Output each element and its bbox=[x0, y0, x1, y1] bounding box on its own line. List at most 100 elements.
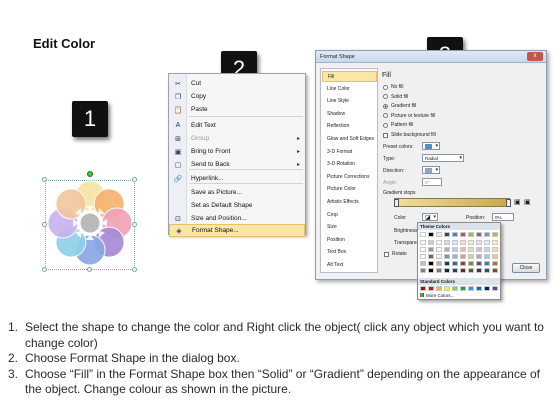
standard-color-swatch[interactable] bbox=[492, 286, 498, 291]
theme-color-swatch[interactable] bbox=[460, 232, 466, 237]
theme-color-swatch[interactable] bbox=[436, 254, 442, 259]
standard-color-swatch[interactable] bbox=[436, 286, 442, 291]
theme-color-swatch[interactable] bbox=[460, 261, 466, 266]
theme-color-swatch[interactable] bbox=[476, 268, 482, 273]
position-input[interactable]: 0% bbox=[492, 213, 514, 221]
preset-colors-dropdown[interactable] bbox=[422, 142, 440, 150]
theme-color-swatch[interactable] bbox=[484, 261, 490, 266]
resize-handle[interactable] bbox=[87, 267, 92, 272]
theme-color-swatch[interactable] bbox=[428, 232, 434, 237]
theme-color-swatch[interactable] bbox=[484, 232, 490, 237]
nav-item-shadow[interactable]: Shadow bbox=[322, 109, 377, 120]
fill-option-pattern-fill[interactable]: Pattern fill bbox=[383, 122, 413, 128]
fill-option-picture-or-texture-fill[interactable]: Picture or texture fill bbox=[383, 113, 435, 119]
standard-color-swatch[interactable] bbox=[476, 286, 482, 291]
theme-color-swatch[interactable] bbox=[444, 254, 450, 259]
menu-item-save-as-picture[interactable]: Save as Picture... bbox=[169, 186, 305, 199]
menu-item-format-shape[interactable]: ◈ Format Shape... bbox=[169, 224, 305, 237]
theme-color-swatch[interactable] bbox=[492, 261, 498, 266]
theme-color-swatch[interactable] bbox=[452, 261, 458, 266]
theme-color-swatch[interactable] bbox=[492, 247, 498, 252]
theme-color-swatch[interactable] bbox=[468, 268, 474, 273]
nav-item-artistic-effects[interactable]: Artistic Effects bbox=[322, 197, 377, 208]
menu-item-copy[interactable]: ❐ Copy bbox=[169, 90, 305, 103]
theme-color-swatch[interactable] bbox=[476, 261, 482, 266]
angle-input[interactable]: 0° bbox=[422, 178, 442, 186]
theme-color-swatch[interactable] bbox=[468, 247, 474, 252]
theme-color-swatch[interactable] bbox=[444, 268, 450, 273]
gradient-stop[interactable] bbox=[394, 199, 399, 207]
theme-color-swatch[interactable] bbox=[460, 240, 466, 245]
type-dropdown[interactable]: Radial bbox=[422, 154, 464, 162]
theme-color-swatch[interactable] bbox=[452, 240, 458, 245]
resize-handle[interactable] bbox=[132, 177, 137, 182]
theme-color-swatch[interactable] bbox=[460, 268, 466, 273]
nav-item-reflection[interactable]: Reflection bbox=[322, 121, 377, 132]
nav-item-fill[interactable]: Fill bbox=[322, 71, 377, 82]
theme-color-swatch[interactable] bbox=[436, 247, 442, 252]
menu-item-send-to-back[interactable]: ▢ Send to Back ▸ bbox=[169, 158, 305, 171]
theme-color-swatch[interactable] bbox=[444, 261, 450, 266]
theme-color-swatch[interactable] bbox=[468, 240, 474, 245]
close-button[interactable]: Close bbox=[512, 263, 540, 273]
menu-item-bring-to-front[interactable]: ▣ Bring to Front ▸ bbox=[169, 145, 305, 158]
theme-color-swatch[interactable] bbox=[468, 261, 474, 266]
theme-color-swatch[interactable] bbox=[492, 254, 498, 259]
theme-color-swatch[interactable] bbox=[452, 232, 458, 237]
remove-stop-icon[interactable]: ▣ bbox=[524, 198, 531, 206]
menu-item-hyperlink[interactable]: 🔗 Hyperlink... bbox=[169, 172, 305, 185]
nav-item-line-color[interactable]: Line Color bbox=[322, 84, 377, 95]
standard-color-swatch[interactable] bbox=[468, 286, 474, 291]
theme-color-swatch[interactable] bbox=[484, 247, 490, 252]
gradient-stop[interactable] bbox=[506, 199, 511, 207]
theme-color-swatch[interactable] bbox=[476, 232, 482, 237]
resize-handle[interactable] bbox=[132, 222, 137, 227]
theme-color-swatch[interactable] bbox=[476, 247, 482, 252]
more-colors-link[interactable]: More Colors... bbox=[420, 293, 454, 298]
theme-color-swatch[interactable] bbox=[476, 240, 482, 245]
standard-color-swatch[interactable] bbox=[420, 286, 426, 291]
theme-color-swatch[interactable] bbox=[452, 254, 458, 259]
theme-color-swatch[interactable] bbox=[420, 240, 426, 245]
add-stop-icon[interactable]: ▣ bbox=[514, 198, 521, 206]
theme-color-swatch[interactable] bbox=[460, 247, 466, 252]
center-circle[interactable] bbox=[79, 212, 101, 234]
nav-item-glow-and-soft-edges[interactable]: Glow and Soft Edges bbox=[322, 134, 377, 145]
nav-item-crop[interactable]: Crop bbox=[322, 210, 377, 221]
nav-item-alt-text[interactable]: Alt Text bbox=[322, 260, 377, 271]
theme-color-swatch[interactable] bbox=[476, 254, 482, 259]
fill-option-gradient-fill[interactable]: Gradient fill bbox=[383, 103, 416, 109]
theme-color-swatch[interactable] bbox=[452, 268, 458, 273]
nav-item-position[interactable]: Position bbox=[322, 235, 377, 246]
direction-dropdown[interactable] bbox=[422, 166, 440, 174]
nav-item-text-box[interactable]: Text Box bbox=[322, 247, 377, 258]
flower-diagram[interactable] bbox=[42, 177, 138, 269]
close-icon[interactable]: x bbox=[527, 52, 543, 61]
fill-option-no-fill[interactable]: No fill bbox=[383, 84, 404, 90]
theme-color-swatch[interactable] bbox=[492, 240, 498, 245]
theme-color-swatch[interactable] bbox=[436, 261, 442, 266]
theme-color-swatch[interactable] bbox=[420, 254, 426, 259]
theme-color-swatch[interactable] bbox=[492, 232, 498, 237]
standard-color-swatch[interactable] bbox=[452, 286, 458, 291]
theme-color-swatch[interactable] bbox=[484, 268, 490, 273]
nav-item-3-d-format[interactable]: 3-D Format bbox=[322, 147, 377, 158]
theme-color-swatch[interactable] bbox=[420, 268, 426, 273]
fill-option-solid-fill[interactable]: Solid fill bbox=[383, 94, 408, 100]
standard-color-swatch[interactable] bbox=[444, 286, 450, 291]
theme-color-swatch[interactable] bbox=[444, 247, 450, 252]
theme-color-swatch[interactable] bbox=[428, 261, 434, 266]
theme-color-swatch[interactable] bbox=[452, 247, 458, 252]
theme-color-swatch[interactable] bbox=[468, 232, 474, 237]
theme-color-swatch[interactable] bbox=[484, 240, 490, 245]
resize-handle[interactable] bbox=[132, 267, 137, 272]
nav-item-line-style[interactable]: Line Style bbox=[322, 96, 377, 107]
menu-item-group[interactable]: ⊞ Group ▸ bbox=[169, 132, 305, 145]
gradient-bar[interactable] bbox=[394, 198, 510, 207]
nav-item-picture-color[interactable]: Picture Color bbox=[322, 184, 377, 195]
theme-color-swatch[interactable] bbox=[436, 240, 442, 245]
menu-item-set-as-default-shape[interactable]: Set as Default Shape bbox=[169, 199, 305, 212]
standard-color-swatch[interactable] bbox=[484, 286, 490, 291]
color-dropdown[interactable]: ◪ bbox=[422, 213, 438, 221]
theme-color-swatch[interactable] bbox=[420, 247, 426, 252]
